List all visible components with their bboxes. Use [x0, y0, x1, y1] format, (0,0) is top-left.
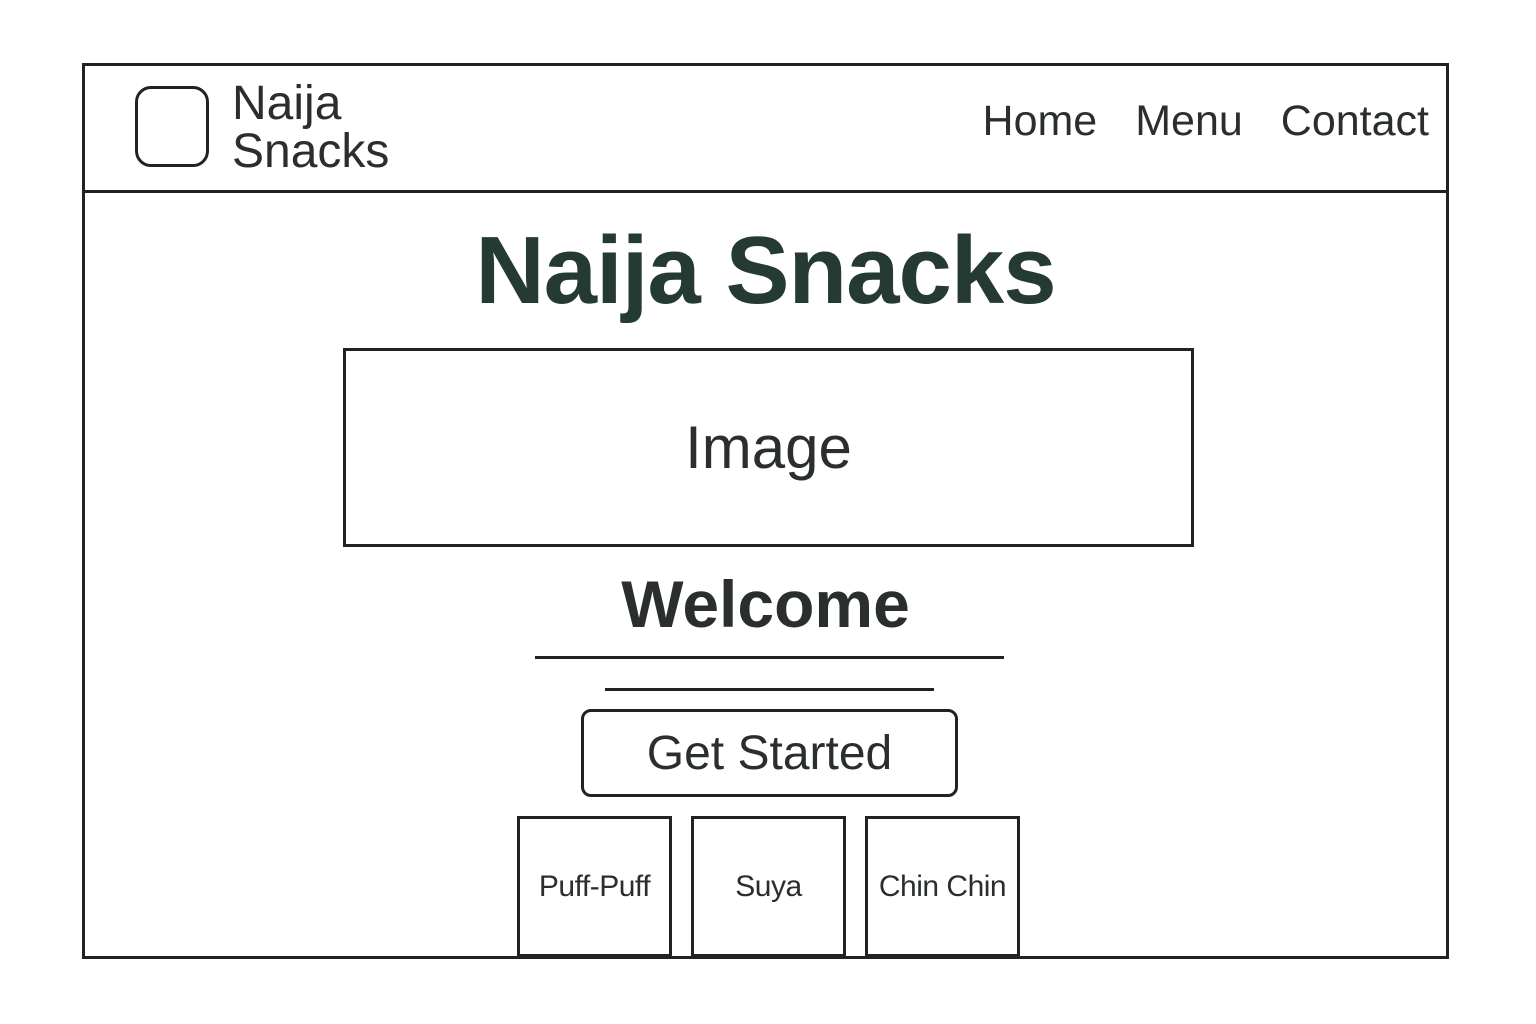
- image-placeholder-label: Image: [685, 414, 852, 481]
- site-header: Naija Snacks Home Menu Contact: [85, 66, 1446, 193]
- brand-line-1: Naija: [232, 77, 342, 130]
- hero-image-placeholder: Image: [343, 348, 1194, 547]
- nav-menu-link[interactable]: Menu: [1135, 96, 1243, 146]
- welcome-heading: Welcome: [621, 567, 910, 641]
- nav-contact-link[interactable]: Contact: [1281, 96, 1429, 146]
- brand-line-2: Snacks: [232, 125, 390, 178]
- snack-cards: Puff-Puff Suya Chin Chin: [517, 816, 1020, 957]
- snack-card-chin-chin[interactable]: Chin Chin: [865, 816, 1020, 957]
- main-nav: Home Menu Contact: [983, 96, 1429, 146]
- page-title: Naija Snacks: [475, 217, 1056, 324]
- wireframe-page: Naija Snacks Home Menu Contact Naija Sna…: [82, 63, 1449, 959]
- logo-icon[interactable]: [135, 86, 209, 167]
- get-started-button[interactable]: Get Started: [581, 709, 958, 797]
- snack-card-puff-puff[interactable]: Puff-Puff: [517, 816, 672, 957]
- text-placeholder-line-1: [535, 656, 1004, 659]
- text-placeholder-line-2: [605, 688, 934, 691]
- snack-card-suya[interactable]: Suya: [691, 816, 846, 957]
- nav-home-link[interactable]: Home: [983, 96, 1098, 146]
- brand-name[interactable]: Naija Snacks: [232, 80, 389, 176]
